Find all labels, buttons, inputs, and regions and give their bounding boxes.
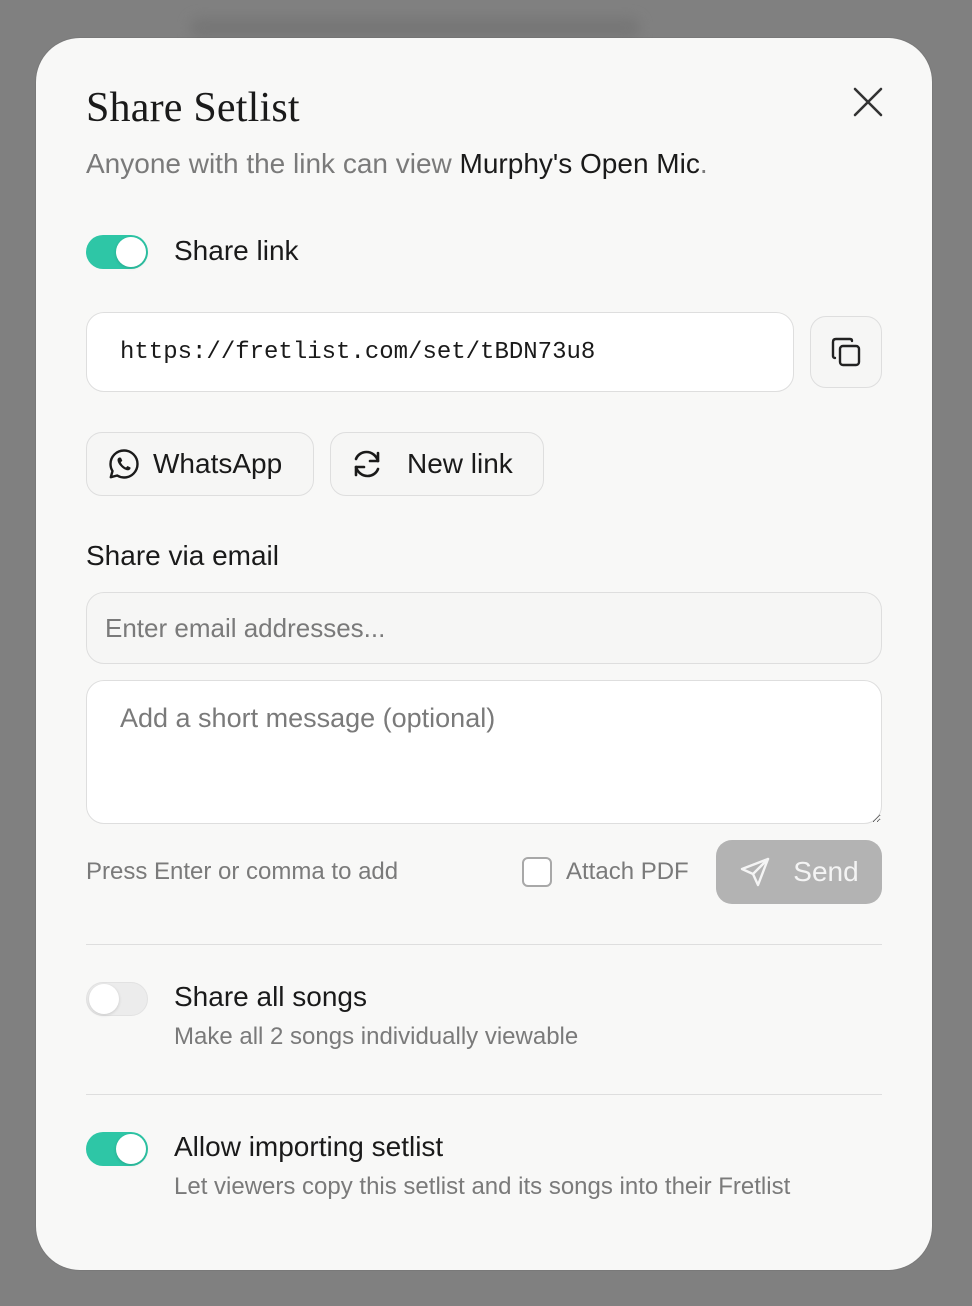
share-url-field[interactable]: https://fretlist.com/set/tBDN73u8 xyxy=(86,312,794,392)
subtitle-prefix: Anyone with the link can view xyxy=(86,148,460,179)
share-setlist-dialog: Share Setlist Anyone with the link can v… xyxy=(36,38,932,1270)
divider xyxy=(86,1094,882,1095)
send-icon xyxy=(741,857,770,887)
backdrop-page-content xyxy=(190,18,640,38)
whatsapp-label: WhatsApp xyxy=(153,448,283,479)
share-link-toggle[interactable] xyxy=(86,235,148,269)
email-addresses-input[interactable] xyxy=(86,592,882,664)
new-link-button[interactable]: New link xyxy=(330,432,544,496)
dialog-subtitle: Anyone with the link can view Murphy's O… xyxy=(86,148,708,180)
dialog-title: Share Setlist xyxy=(86,85,300,131)
allow-importing-label: Allow importing setlist xyxy=(174,1131,444,1162)
toggle-knob xyxy=(116,1134,146,1164)
whatsapp-share-button[interactable]: WhatsApp xyxy=(86,432,314,496)
allow-importing-toggle[interactable] xyxy=(86,1132,148,1166)
copy-link-button[interactable] xyxy=(810,316,882,388)
email-hint: Press Enter or comma to add xyxy=(86,858,399,885)
new-link-label: New link xyxy=(407,448,513,479)
whatsapp-icon xyxy=(109,449,139,479)
close-button[interactable] xyxy=(848,82,888,122)
copy-icon xyxy=(831,337,861,367)
setlist-name: Murphy's Open Mic xyxy=(459,148,700,179)
toggle-knob xyxy=(116,237,146,267)
send-label: Send xyxy=(793,856,859,887)
divider xyxy=(86,944,882,945)
share-via-email-heading: Share via email xyxy=(86,540,279,571)
share-all-songs-toggle[interactable] xyxy=(86,982,148,1016)
message-textarea[interactable] xyxy=(86,680,882,824)
share-link-label: Share link xyxy=(174,235,299,266)
share-all-songs-description: Make all 2 songs individually viewable xyxy=(174,1023,579,1050)
attach-pdf-label[interactable]: Attach PDF xyxy=(566,858,689,886)
close-icon xyxy=(853,87,883,117)
subtitle-suffix: . xyxy=(699,148,708,179)
refresh-icon xyxy=(354,450,380,478)
send-button[interactable]: Send xyxy=(716,840,882,904)
attach-pdf-checkbox[interactable] xyxy=(522,857,552,887)
share-all-songs-label: Share all songs xyxy=(174,981,368,1012)
allow-importing-description: Let viewers copy this setlist and its so… xyxy=(174,1173,791,1200)
toggle-knob xyxy=(89,984,119,1014)
